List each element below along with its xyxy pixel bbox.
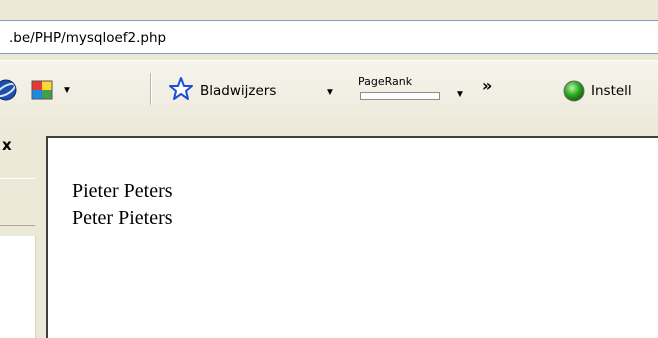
- address-url: .be/PHP/mysqloef2.php: [9, 30, 167, 46]
- star-icon[interactable]: [168, 76, 194, 102]
- pagerank-bar: [360, 92, 440, 100]
- pagerank-dropdown-icon[interactable]: ▼: [455, 89, 465, 100]
- content-line: Pieter Peters: [72, 180, 173, 202]
- sidebar-list-area: [0, 276, 35, 338]
- settings-button[interactable]: Instell: [591, 83, 632, 99]
- toolbar-overflow-button[interactable]: »: [482, 76, 492, 95]
- sidebar-divider: [35, 236, 36, 338]
- green-status-icon[interactable]: [562, 79, 586, 103]
- toolbar: ▼ Bladwijzers ▼ PageRank ▼ » Instell: [0, 60, 658, 127]
- sidebar-panel-header[interactable]: [0, 178, 35, 226]
- address-bar-area: .be/PHP/mysqloef2.php: [0, 0, 658, 60]
- colors-icon[interactable]: [30, 77, 56, 103]
- bookmarks-button[interactable]: Bladwijzers: [200, 83, 276, 99]
- sidebar-list-item[interactable]: [0, 236, 35, 277]
- page-text: Pieter Peters Peter Pieters: [72, 178, 173, 232]
- globe-icon[interactable]: [0, 78, 18, 102]
- content-line: Peter Pieters: [72, 207, 173, 229]
- pagerank-label[interactable]: PageRank: [358, 75, 412, 88]
- close-icon[interactable]: x: [2, 136, 12, 154]
- chevron-down-icon[interactable]: ▼: [62, 85, 72, 96]
- bookmarks-dropdown-icon[interactable]: ▼: [325, 87, 335, 98]
- page-content: Pieter Peters Peter Pieters: [46, 136, 658, 338]
- address-input[interactable]: .be/PHP/mysqloef2.php: [0, 20, 658, 54]
- sidebar: x: [0, 126, 45, 338]
- toolbar-separator: [150, 73, 152, 105]
